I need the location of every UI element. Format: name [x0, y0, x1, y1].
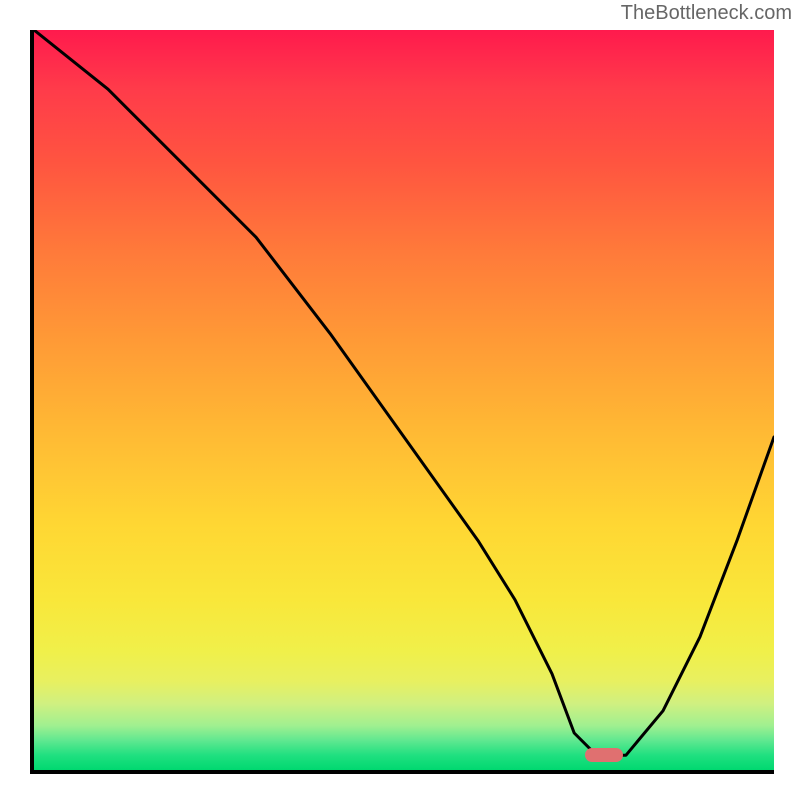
bottleneck-curve-line [34, 30, 774, 755]
watermark-text: TheBottleneck.com [621, 2, 792, 25]
chart-marker-pill [585, 748, 623, 762]
chart-plot-area [30, 30, 774, 774]
chart-curve-svg [34, 30, 774, 770]
